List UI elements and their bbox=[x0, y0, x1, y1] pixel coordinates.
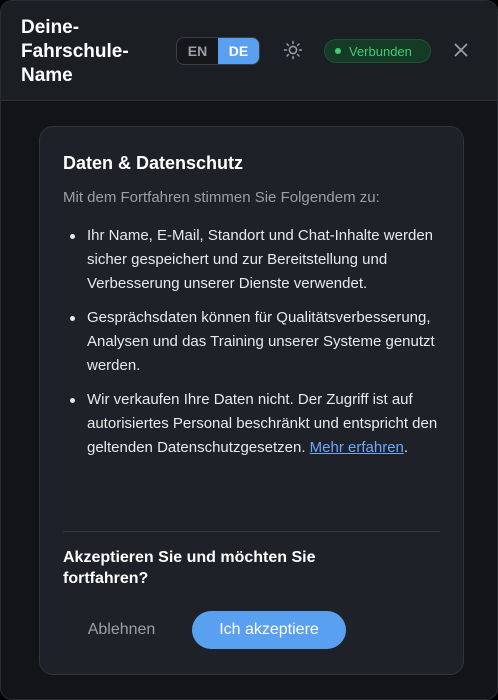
theme-toggle-button[interactable] bbox=[280, 37, 306, 63]
consent-bullet-storage: Ihr Name, E-Mail, Standort und Chat-Inha… bbox=[63, 224, 443, 296]
privacy-consent-card: Daten & Datenschutz Mit dem Fortfahren s… bbox=[39, 126, 464, 675]
consent-bullet-training: Gesprächsdaten können für Qualitätsverbe… bbox=[63, 306, 443, 378]
lang-de-button[interactable]: DE bbox=[218, 38, 259, 64]
learn-more-link[interactable]: Mehr erfahren bbox=[310, 439, 404, 456]
header: Deine-Fahrschule-Name EN DE Verbunden bbox=[1, 1, 497, 101]
status-label: Verbunden bbox=[349, 43, 412, 59]
chat-window: Deine-Fahrschule-Name EN DE Verbunden Da… bbox=[0, 0, 498, 700]
consent-bullet-no-selling: Wir verkaufen Ihre Daten nicht. Der Zugr… bbox=[63, 388, 443, 460]
status-dot-icon bbox=[335, 48, 341, 54]
accept-button[interactable]: Ich akzeptiere bbox=[192, 611, 346, 649]
decline-button[interactable]: Ablehnen bbox=[68, 612, 175, 648]
language-toggle: EN DE bbox=[176, 37, 260, 65]
consent-question: Akzeptieren Sie und möchten Sie fortfahr… bbox=[63, 549, 316, 587]
close-icon bbox=[454, 43, 468, 57]
consent-intro: Mit dem Fortfahren stimmen Sie Folgendem… bbox=[63, 189, 380, 206]
divider bbox=[63, 531, 440, 532]
connection-status-badge: Verbunden bbox=[324, 39, 431, 63]
consent-bullet-list: Ihr Name, E-Mail, Standort und Chat-Inha… bbox=[63, 224, 443, 470]
lang-en-button[interactable]: EN bbox=[177, 38, 218, 64]
consent-title: Daten & Datenschutz bbox=[63, 153, 244, 173]
close-button[interactable] bbox=[451, 40, 471, 60]
sun-icon bbox=[283, 40, 303, 60]
school-name-title: Deine-Fahrschule-Name bbox=[21, 17, 129, 86]
